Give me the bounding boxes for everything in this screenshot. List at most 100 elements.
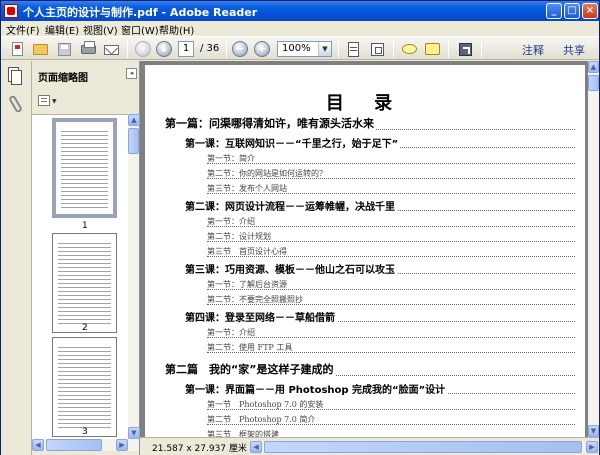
toc-entry[interactable]: 第二节：设计规划 bbox=[207, 231, 575, 245]
toc-entry[interactable]: 第二篇 我的“家”是这样子建成的 bbox=[165, 361, 575, 379]
toc-entry[interactable]: 第二课：网页设计流程－－运筹帷幄，决战千里 bbox=[185, 198, 575, 214]
thumbnail-label: 1 bbox=[82, 221, 88, 231]
thumbnail-panel: 页面缩略图 ◂ ▼ 1 2 3 ▲ ▼ ◀ ▶ bbox=[32, 61, 140, 455]
zoom-select[interactable]: 100% ▼ bbox=[277, 41, 332, 57]
mail-icon bbox=[104, 45, 119, 55]
page-size-label: 21.587 x 27.937 厘米 bbox=[152, 444, 247, 454]
toc-entry-text: 第二节：使用 FTP 工具 bbox=[207, 343, 295, 352]
scroll-down-icon[interactable]: ▼ bbox=[588, 425, 599, 437]
fit-page-button[interactable] bbox=[368, 40, 387, 58]
scrollbar-thumb[interactable] bbox=[264, 441, 582, 453]
save-button[interactable] bbox=[55, 40, 74, 58]
toc-entry[interactable]: 第二节 Photoshop 7.0 简介 bbox=[207, 414, 575, 428]
scroll-left-icon[interactable]: ◀ bbox=[32, 439, 44, 451]
menu-help[interactable]: 帮助(H) bbox=[159, 22, 194, 37]
toc-entry-text: 第二节：不要完全照搬照抄 bbox=[207, 295, 305, 304]
toc-entry[interactable]: 第二节：使用 FTP 工具 bbox=[207, 342, 575, 356]
email-button[interactable] bbox=[102, 40, 121, 58]
page-number-input[interactable]: 1 bbox=[178, 41, 194, 57]
document-horizontal-scrollbar[interactable]: ◀ ▶ bbox=[250, 441, 598, 453]
thumbnail-vertical-scrollbar[interactable]: ▲ ▼ bbox=[128, 114, 140, 439]
toc-entry-text: 第三节 框架的搭建 bbox=[207, 430, 281, 437]
toc-entry-text: 第三节 首页设计心得 bbox=[207, 247, 289, 256]
note-button[interactable] bbox=[423, 40, 442, 58]
comment-link[interactable]: 注释 bbox=[522, 42, 544, 58]
toc-entry-text: 第一课：界面篇－－用 Photoshop 完成我的“脸面”设计 bbox=[185, 385, 448, 396]
toc-entry[interactable]: 第三节 首页设计心得 bbox=[207, 246, 575, 260]
page-thumbnails-tab[interactable] bbox=[6, 66, 26, 86]
toolbar-separator bbox=[481, 40, 482, 58]
create-pdf-button[interactable] bbox=[7, 40, 26, 58]
save-disk-icon bbox=[58, 43, 71, 56]
open-button[interactable] bbox=[31, 40, 50, 58]
toc-entry-text: 第一节：简介 bbox=[207, 154, 257, 163]
scroll-up-icon[interactable]: ▲ bbox=[128, 114, 140, 126]
thumbnail-list: 1 2 3 bbox=[32, 114, 128, 439]
toc-entry[interactable]: 第一节：介绍 bbox=[207, 216, 575, 230]
scroll-down-icon[interactable]: ▼ bbox=[128, 427, 140, 439]
maximize-button[interactable]: □ bbox=[564, 3, 580, 19]
thumbnail-label: 3 bbox=[82, 427, 88, 437]
minus-icon: − bbox=[235, 42, 245, 55]
toc-entry-text: 第一节 Photoshop 7.0 的安装 bbox=[207, 400, 326, 409]
menu-file[interactable]: 文件(F) bbox=[6, 22, 40, 37]
next-page-button[interactable]: ↓ bbox=[156, 41, 172, 57]
thumbnail-page-3[interactable] bbox=[52, 337, 117, 437]
toc-entry[interactable]: 第三节 框架的搭建 bbox=[207, 429, 575, 437]
minimize-button[interactable]: _ bbox=[546, 3, 562, 19]
toc-entry-text: 第二篇 我的“家”是这样子建成的 bbox=[165, 363, 336, 376]
toc-entry-text: 第一节：介绍 bbox=[207, 328, 257, 337]
close-panel-button[interactable]: ◂ bbox=[126, 68, 137, 79]
document-view[interactable]: 目 录 第一篇：问渠哪得清如许，唯有源头活水来 第一课：互联网知识－－“千里之行，… bbox=[140, 61, 588, 437]
toc-entry[interactable]: 第一节：介绍 bbox=[207, 327, 575, 341]
scrollbar-thumb[interactable] bbox=[128, 128, 139, 154]
toc-entry[interactable]: 第四课：登录至网络－－草船借箭 bbox=[185, 309, 575, 325]
toc-entry[interactable]: 第三节：发布个人网站 bbox=[207, 183, 575, 197]
options-icon bbox=[38, 95, 50, 106]
thumbnail-horizontal-scrollbar[interactable]: ◀ ▶ bbox=[32, 439, 139, 451]
toc-entry[interactable]: 第一课：互联网知识－－“千里之行，始于足下” bbox=[185, 135, 575, 151]
full-screen-button[interactable] bbox=[456, 40, 475, 58]
previous-page-button[interactable]: ↑ bbox=[135, 41, 151, 57]
chevron-down-icon[interactable]: ▼ bbox=[318, 42, 331, 56]
toc-entry[interactable]: 第三课：巧用资源、模板－－他山之石可以攻玉 bbox=[185, 261, 575, 277]
menu-view[interactable]: 视图(V) bbox=[83, 22, 118, 37]
toc-entry-text: 第二课：网页设计流程－－运筹帷幄，决战千里 bbox=[185, 202, 397, 213]
toc-entry[interactable]: 第一节：了解后台资源 bbox=[207, 279, 575, 293]
toc-entry[interactable]: 第一篇：问渠哪得清如许，唯有源头活水来 bbox=[165, 115, 575, 133]
toc-entry-text: 第三课：巧用资源、模板－－他山之石可以攻玉 bbox=[185, 265, 397, 276]
close-button[interactable]: × bbox=[582, 3, 598, 19]
toc-entry[interactable]: 第一课：界面篇－－用 Photoshop 完成我的“脸面”设计 bbox=[185, 381, 575, 397]
page-preview bbox=[61, 128, 108, 208]
scrollbar-thumb[interactable] bbox=[588, 75, 599, 91]
toc-entry[interactable]: 第二节：不要完全照搬照抄 bbox=[207, 294, 575, 308]
scrollbar-thumb[interactable] bbox=[46, 439, 102, 451]
comment-button[interactable] bbox=[400, 40, 419, 58]
document-vertical-scrollbar[interactable]: ▲ ▼ bbox=[588, 61, 599, 437]
adobe-reader-app-icon[interactable] bbox=[4, 4, 18, 18]
comment-bubble-icon bbox=[402, 44, 417, 54]
thumbnail-page-1[interactable] bbox=[52, 118, 117, 218]
toc-entry[interactable]: 第一节 Photoshop 7.0 的安装 bbox=[207, 399, 575, 413]
toc-entry[interactable]: 第一节：简介 bbox=[207, 153, 575, 167]
thumbnail-options-button[interactable]: ▼ bbox=[38, 94, 58, 108]
toc-entry-text: 第二节：设计规划 bbox=[207, 232, 273, 241]
thumbnail-page-2[interactable] bbox=[52, 233, 117, 333]
zoom-out-button[interactable]: − bbox=[232, 41, 248, 57]
scroll-right-icon[interactable]: ▶ bbox=[586, 441, 598, 453]
toc-entry[interactable]: 第二节：你的网站是如何运转的？ bbox=[207, 168, 575, 182]
status-bar: 21.587 x 27.937 厘米 ◀ ▶ bbox=[140, 437, 599, 455]
toolbar-separator bbox=[448, 40, 449, 58]
scroll-up-icon[interactable]: ▲ bbox=[588, 61, 599, 73]
scroll-page-button[interactable] bbox=[344, 40, 363, 58]
pages-icon bbox=[11, 70, 22, 85]
menu-edit[interactable]: 编辑(E) bbox=[45, 22, 79, 37]
scroll-left-icon[interactable]: ◀ bbox=[250, 441, 262, 453]
scroll-right-icon[interactable]: ▶ bbox=[116, 439, 128, 451]
zoom-in-button[interactable]: + bbox=[254, 41, 270, 57]
attachments-tab[interactable] bbox=[7, 94, 24, 115]
menu-bar: 文件(F) 编辑(E) 视图(V) 窗口(W) 帮助(H) bbox=[1, 21, 599, 37]
print-button[interactable] bbox=[79, 40, 98, 58]
menu-window[interactable]: 窗口(W) bbox=[121, 22, 159, 37]
share-link[interactable]: 共享 bbox=[563, 42, 585, 58]
